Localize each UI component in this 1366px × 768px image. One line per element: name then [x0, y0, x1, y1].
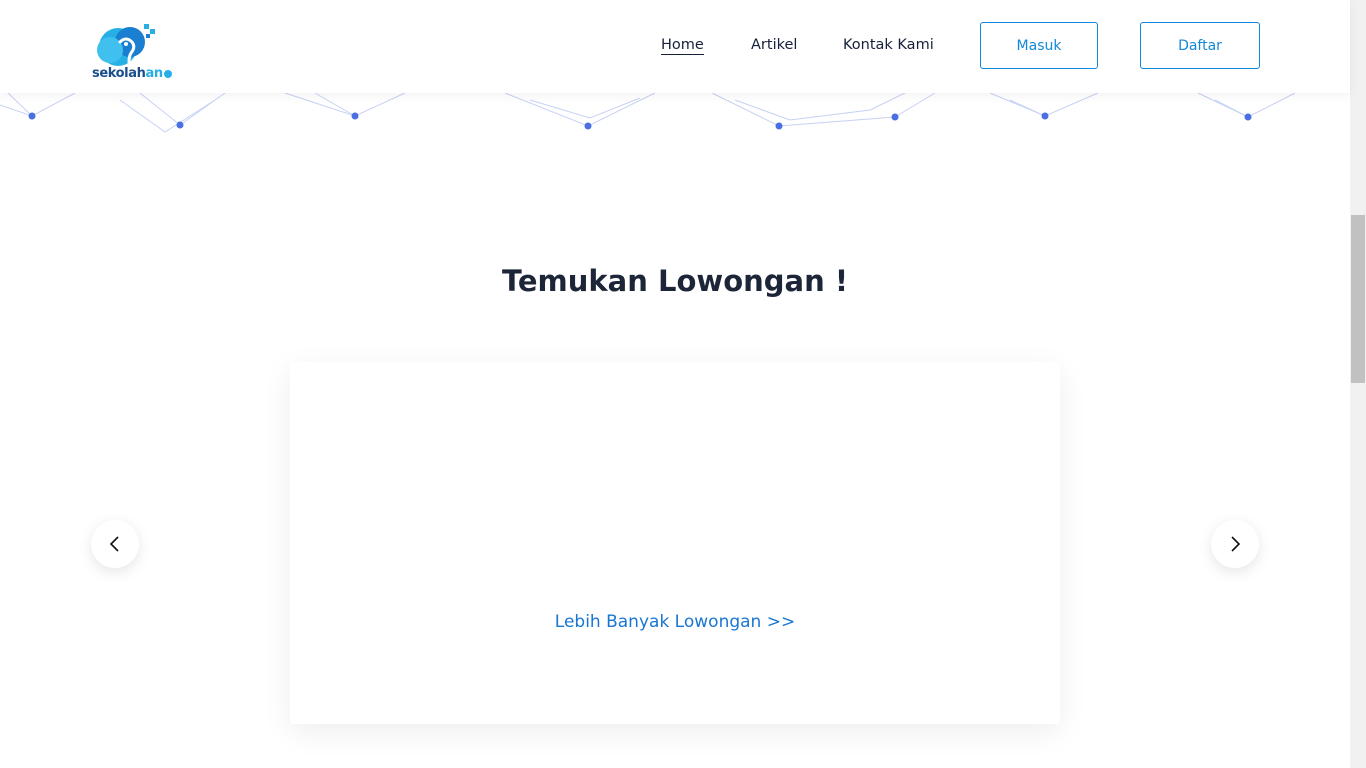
nav-link-home[interactable]: Home — [661, 37, 704, 55]
carousel-prev-button[interactable] — [91, 520, 139, 568]
brand-name-main: sekolah — [92, 66, 146, 81]
brand-wordmark: sekolahan — [92, 66, 172, 81]
top-navbar: sekolahan Home Artikel Kontak Kami Masuk… — [0, 0, 1350, 93]
carousel-next-button[interactable] — [1211, 520, 1259, 568]
job-carousel-card: Lebih Banyak Lowongan >> — [290, 362, 1060, 724]
login-button[interactable]: Masuk — [980, 22, 1098, 69]
chevron-left-icon — [109, 536, 119, 552]
section-heading: Temukan Lowongan ! — [501, 264, 849, 298]
page-scrollbar[interactable] — [1350, 0, 1366, 768]
scrollbar-thumb[interactable] — [1351, 215, 1365, 383]
brand-logo[interactable]: sekolahan — [90, 20, 174, 84]
register-button[interactable]: Daftar — [1140, 22, 1260, 69]
elephant-cloud-logo-icon — [97, 24, 155, 66]
brand-badge-icon — [163, 69, 172, 78]
nav-link-artikel[interactable]: Artikel — [751, 37, 797, 53]
brand-name-accent: an — [145, 66, 163, 81]
chevron-right-icon — [1231, 536, 1241, 552]
nav-link-kontak-kami[interactable]: Kontak Kami — [843, 37, 934, 53]
more-jobs-link[interactable]: Lebih Banyak Lowongan >> — [290, 612, 1060, 632]
